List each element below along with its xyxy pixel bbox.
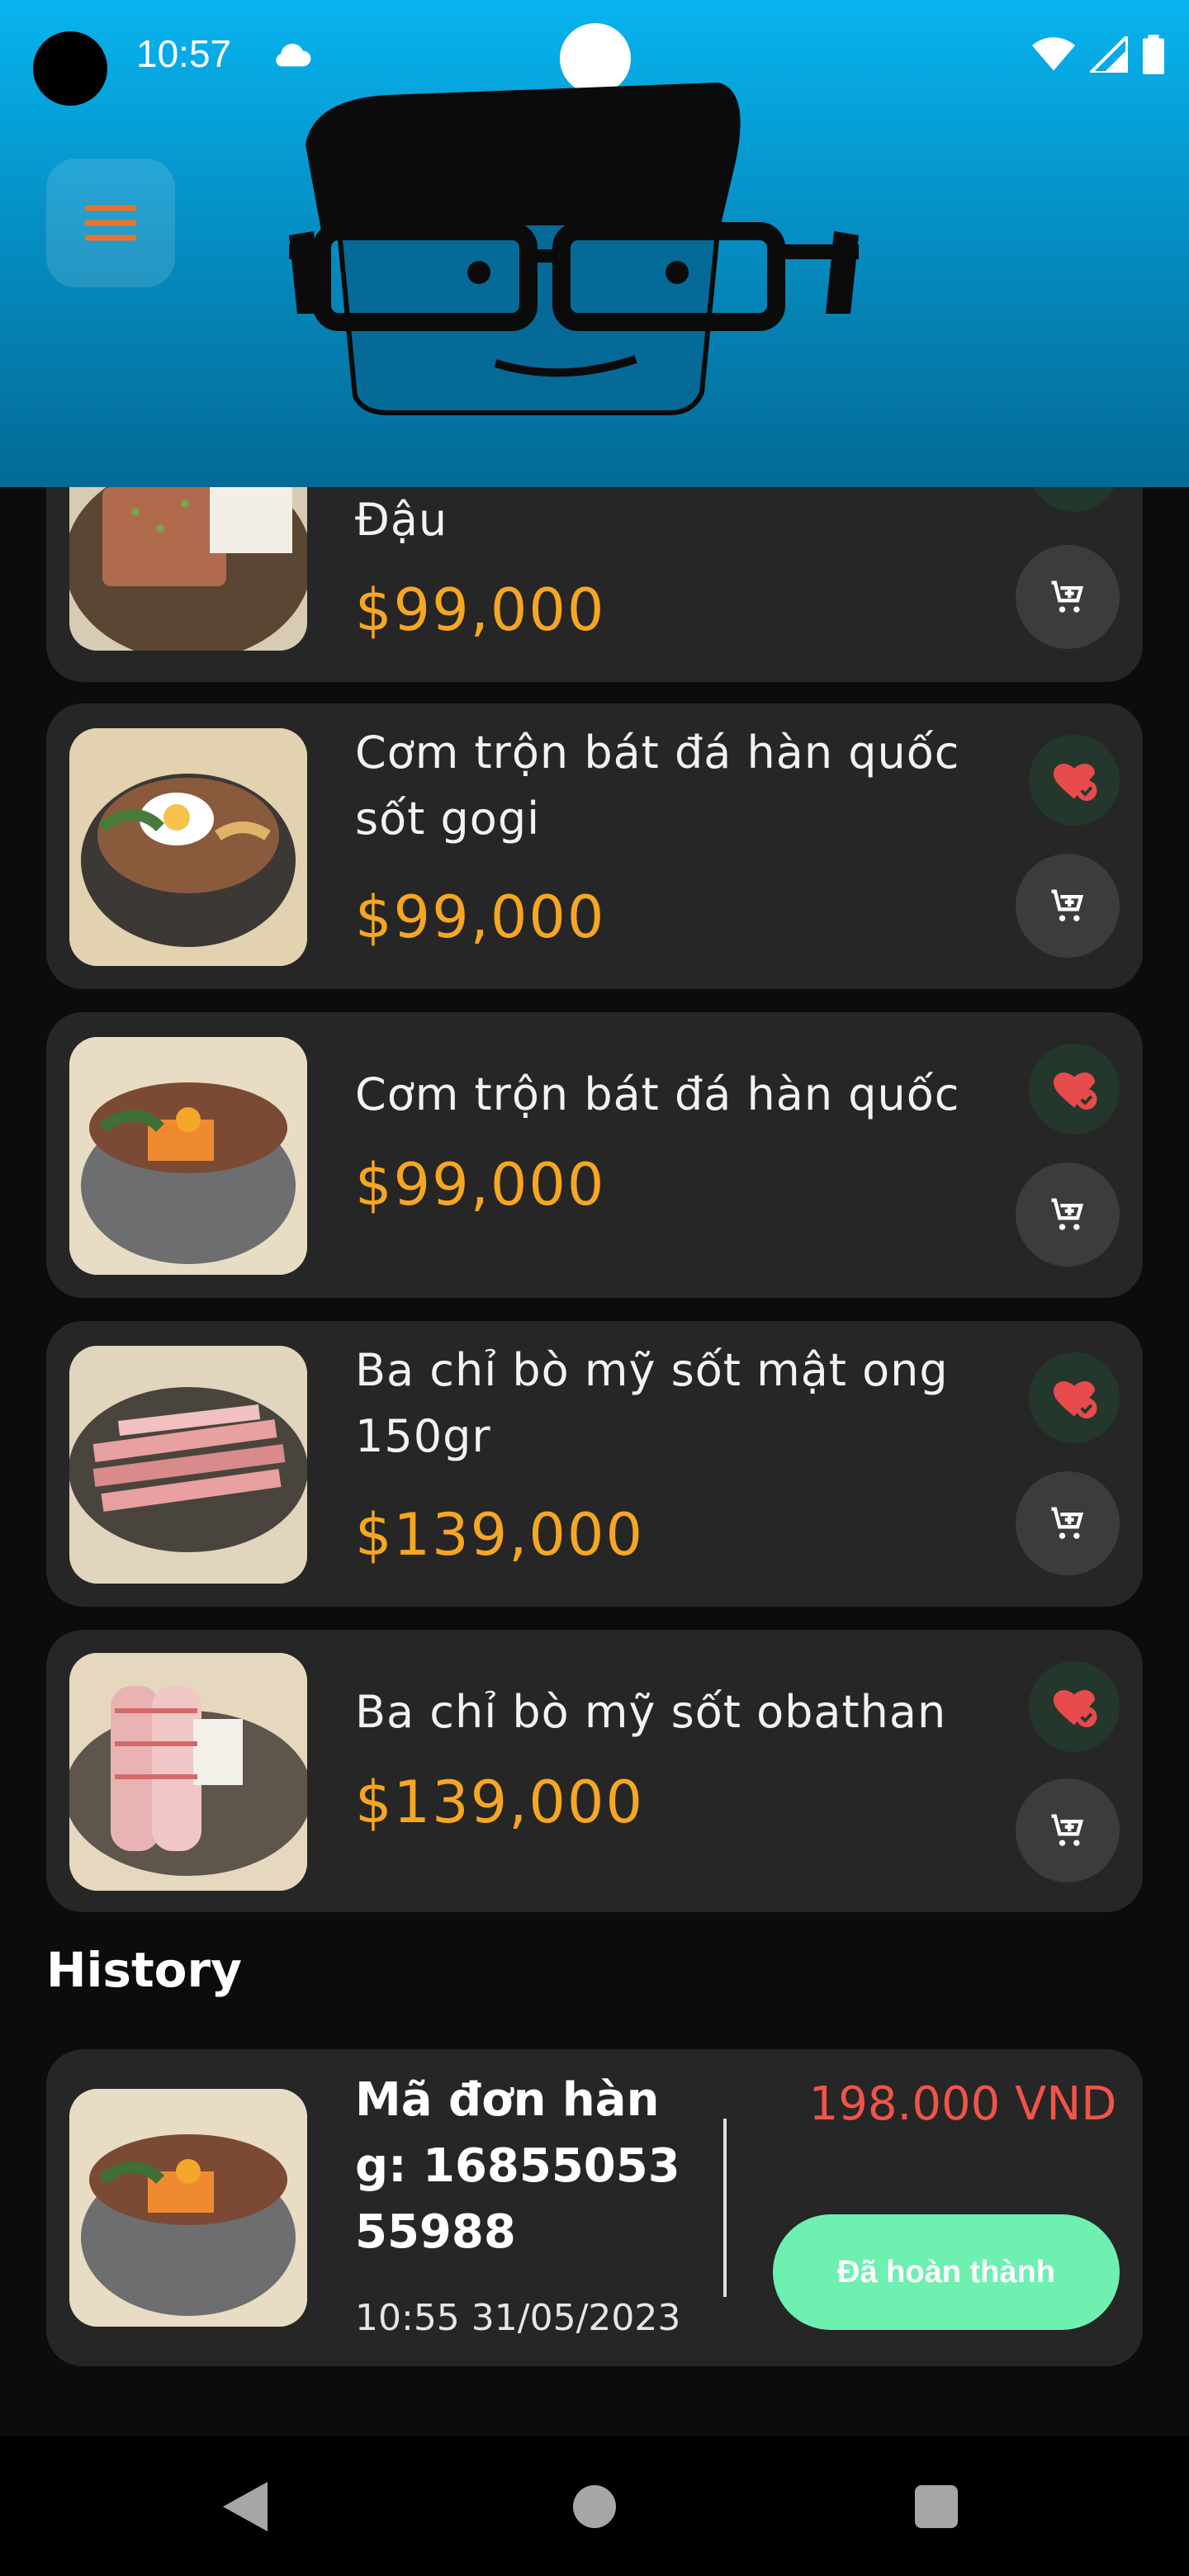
favorite-button[interactable] <box>1029 1044 1120 1134</box>
menu-button[interactable] <box>46 159 175 287</box>
screen: Đậu $99,000 Cơm trộn bát đá hàn quốc sốt… <box>0 0 1189 2576</box>
heart-check-icon <box>1054 764 1097 801</box>
favorite-button[interactable] <box>1029 1661 1120 1752</box>
add-to-cart-button[interactable] <box>1016 1471 1120 1575</box>
battery-icon <box>1143 35 1164 74</box>
product-name: Ba chỉ bò mỹ sốt obathan <box>355 1686 947 1738</box>
product-image <box>69 728 307 966</box>
product-card[interactable]: Ba chỉ bò mỹ sốt obathan $139,000 <box>46 1630 1143 1912</box>
cart-plus-icon <box>1051 580 1084 613</box>
product-name: Cơm trộn bát đá hàn quốc sốt gogi <box>355 727 960 845</box>
add-to-cart-button[interactable] <box>1016 854 1120 958</box>
status-time: 10:57 <box>136 32 232 75</box>
cart-plus-icon <box>1051 1814 1084 1846</box>
add-to-cart-button[interactable] <box>1016 1778 1120 1882</box>
camera-dot <box>33 31 107 106</box>
order-status-button[interactable]: Đã hoàn thành <box>773 2214 1120 2330</box>
cart-plus-icon <box>1051 1198 1084 1230</box>
add-to-cart-button[interactable] <box>1016 1163 1120 1267</box>
cart-plus-icon <box>1051 889 1084 921</box>
heart-check-icon <box>1054 1381 1097 1418</box>
product-image <box>69 1346 307 1584</box>
signal-icon <box>1090 36 1128 73</box>
product-name: Đậu <box>355 494 448 546</box>
heart-check-icon <box>1054 1690 1097 1727</box>
product-price: $99,000 <box>355 883 606 951</box>
divider <box>723 2119 727 2297</box>
cart-plus-icon <box>1051 1507 1084 1539</box>
product-price: $99,000 <box>355 576 606 644</box>
order-time: 10:55 31/05/2023 <box>355 2297 681 2339</box>
navigation-bar <box>0 2436 1189 2576</box>
system-icons <box>1032 35 1164 74</box>
cloud-icon <box>276 43 311 67</box>
product-card[interactable]: Cơm trộn bát đá hàn quốc $99,000 <box>46 1012 1143 1298</box>
back-icon[interactable] <box>223 2482 268 2531</box>
add-to-cart-button[interactable] <box>1016 545 1120 649</box>
product-name: Cơm trộn bát đá hàn quốc <box>355 1068 960 1120</box>
product-image <box>69 1653 307 1891</box>
order-amount: 198.000 VND <box>808 2077 1117 2131</box>
favorite-button[interactable] <box>1029 1352 1120 1443</box>
product-name: Ba chỉ bò mỹ sốt mật ong 150gr <box>355 1344 949 1462</box>
product-card[interactable]: Cơm trộn bát đá hàn quốc sốt gogi $99,00… <box>46 703 1143 989</box>
product-price: $99,000 <box>355 1151 606 1219</box>
order-card[interactable]: Mã đơn hàng: 1685505355988 10:55 31/05/2… <box>46 2049 1143 2366</box>
product-image <box>69 1037 307 1275</box>
header: 10:57 <box>0 0 1189 487</box>
wifi-icon <box>1032 37 1075 71</box>
favorite-button[interactable] <box>1029 735 1120 826</box>
hamburger-icon <box>84 205 137 241</box>
order-id: Mã đơn hàng: 1685505355988 <box>355 2073 680 2259</box>
recents-icon[interactable] <box>915 2485 958 2528</box>
product-price: $139,000 <box>355 1769 645 1836</box>
product-card[interactable]: Ba chỉ bò mỹ sốt mật ong 150gr $139,000 <box>46 1321 1143 1607</box>
product-price: $139,000 <box>355 1501 645 1569</box>
heart-check-icon <box>1054 1073 1097 1110</box>
home-icon[interactable] <box>573 2485 616 2528</box>
order-image <box>69 2089 307 2327</box>
history-title: History <box>46 1942 242 1998</box>
cartoon-face-glasses-icon <box>289 83 859 415</box>
